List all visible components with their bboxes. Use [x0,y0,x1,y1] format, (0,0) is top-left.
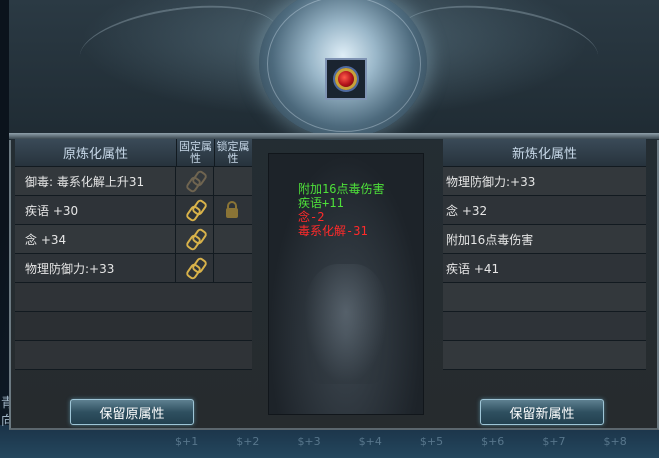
keep-new-button[interactable]: 保留新属性 [480,399,604,425]
skill-slot-label: $+2 [236,435,260,448]
padlock-icon[interactable] [226,201,238,218]
fix-toggle-cell[interactable] [176,196,214,224]
new-attributes-header: 新炼化属性 [443,139,646,167]
empty-new-attribute-row [443,312,646,341]
chain-icon[interactable] [185,229,205,249]
empty-new-attribute-row [443,341,646,370]
new-attributes-title: 新炼化属性 [511,147,577,162]
skill-slot-label: $+6 [481,435,505,448]
diff-line-loss: 念-2 [298,210,325,224]
attribute-label: 念 +34 [15,225,176,253]
new-attribute-row: 附加16点毒伤害 [443,225,646,254]
original-attributes-table: 原炼化属性 固定属性 锁定属性 御毒: 毒系化解上升31 疾语 +30 念 +3… [15,139,252,370]
lock-toggle-cell[interactable] [214,196,250,224]
empty-attribute-row [15,312,252,341]
new-attributes-rows: 物理防御力:+33 念 +32 附加16点毒伤害 疾语 +41 [443,167,646,370]
attribute-row: 疾语 +30 [15,196,252,225]
diff-line-gain: 疾语+11 [298,196,344,210]
fix-toggle-cell[interactable] [176,254,214,282]
empty-attribute-row [15,283,252,312]
attribute-row: 念 +34 [15,225,252,254]
refine-pedestal-image [304,264,388,384]
fix-toggle-cell[interactable] [176,225,214,253]
ornament-wing-right [394,0,604,94]
lock-attribute-column-header: 锁定属性 [216,139,250,165]
skill-slot-label: $+3 [297,435,321,448]
empty-new-attribute-row [443,283,646,312]
original-attributes-title: 原炼化属性 [15,139,177,166]
lock-toggle-cell[interactable] [214,254,250,282]
skill-slot-label: $+1 [175,435,199,448]
attribute-row: 物理防御力:+33 [15,254,252,283]
new-attribute-row: 物理防御力:+33 [443,167,646,196]
diff-line-loss: 毒系化解-31 [298,224,368,238]
skill-slot-label: $+8 [603,435,627,448]
keep-original-button[interactable]: 保留原属性 [70,399,194,425]
chain-icon[interactable] [185,171,205,191]
new-attribute-row: 疾语 +41 [443,254,646,283]
skill-slot-label: $+5 [419,435,444,448]
new-attributes-table: 新炼化属性 物理防御力:+33 念 +32 附加16点毒伤害 疾语 +41 [443,139,646,370]
skill-slot-label: $+7 [542,435,566,448]
lock-toggle-cell[interactable] [214,167,250,195]
original-attributes-header: 原炼化属性 固定属性 锁定属性 [15,139,252,167]
attribute-label: 疾语 +30 [15,196,176,224]
chain-icon[interactable] [185,200,205,220]
chain-icon[interactable] [185,258,205,278]
new-attribute-row: 念 +32 [443,196,646,225]
original-attributes-rows: 御毒: 毒系化解上升31 疾语 +30 念 +34 物理防御力:+33 [15,167,252,370]
skill-slot-label: $+4 [358,435,382,448]
ornament-wing-left [74,0,284,94]
attribute-label: 御毒: 毒系化解上升31 [15,167,176,195]
fixed-attribute-column-header: 固定属性 [177,139,215,166]
attribute-label: 物理防御力:+33 [15,254,176,282]
lock-toggle-cell[interactable] [214,225,250,253]
equipment-item-slot[interactable] [325,58,367,100]
attribute-diff-list: 附加16点毒伤害 疾语+11 念-2 毒系化解-31 [298,182,384,238]
amulet-gem-icon [335,68,357,90]
diff-line-gain: 附加16点毒伤害 [298,182,385,196]
fix-toggle-cell[interactable] [176,167,214,195]
empty-attribute-row [15,341,252,370]
attribute-row: 御毒: 毒系化解上升31 [15,167,252,196]
